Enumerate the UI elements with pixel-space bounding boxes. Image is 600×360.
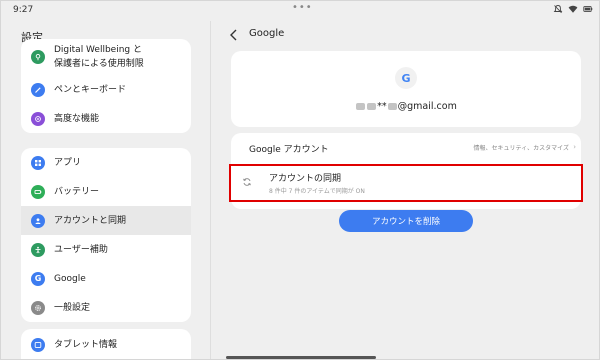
google-account-label: Google アカウント [249,145,329,155]
google-account-desc: 情報、セキュリティ、カスタマイズ [473,145,569,152]
sidebar-item-label: タブレット情報 [54,340,118,350]
sidebar-item-label: バッテリー [54,186,100,197]
pen-icon [31,82,45,97]
sidebar-item-label-line1: Digital Wellbeing と [54,45,142,55]
navigation-handle[interactable] [226,356,376,359]
sidebar-group-2: アプリ バッテリー アカウントと同期 ユーザー補助 G Google 一般設定 [21,148,191,322]
sidebar-item-label: 高度な機能 [54,113,100,124]
advanced-features-icon [31,111,45,126]
settings-sidebar: 設定 Digital Wellbeing と 保護者による使用制限 ペンとキーボ… [1,21,211,359]
accessibility-icon [31,242,45,257]
sidebar-item-label: 一般設定 [54,302,91,313]
sidebar-group-3: タブレット情報 [21,329,191,359]
account-card: G ** @gmail.com [231,51,581,127]
tablet-info-icon [31,338,45,352]
wellbeing-icon [31,50,45,64]
gear-icon [31,300,45,315]
back-arrow-icon[interactable] [227,27,241,43]
account-icon [31,213,45,228]
sidebar-item-label: アプリ [54,157,82,168]
remove-account-button[interactable]: アカウントを削除 [339,210,473,232]
redacted-block [356,103,366,110]
wifi-icon [568,5,578,13]
battery-icon [31,184,45,199]
account-settings-card: Google アカウント 情報、セキュリティ、カスタマイズ › アカウントの同期… [231,133,581,209]
sidebar-item-digital-wellbeing[interactable]: Digital Wellbeing と 保護者による使用制限 [21,39,191,75]
status-bar: 9:27 ••• [1,1,599,21]
google-account-row[interactable]: Google アカウント 情報、セキュリティ、カスタマイズ › [231,133,581,160]
settings-window: 9:27 ••• 設定 Digital Wellbeing と 保護者による使用… [0,0,600,360]
sidebar-item-label: ペンとキーボード [54,84,127,95]
sidebar-item-advanced-features[interactable]: 高度な機能 [21,104,191,133]
multi-window-handle[interactable]: ••• [292,2,313,13]
account-sync-row[interactable]: アカウントの同期 8 件中 7 件のアイテムで同期が ON [231,160,581,209]
apps-icon [31,155,45,170]
sidebar-item-label: Digital Wellbeing と 保護者による使用制限 [54,43,144,71]
sidebar-item-label: Google [54,273,86,284]
google-icon: G [31,271,45,286]
sidebar-item-accessibility[interactable]: ユーザー補助 [21,235,191,264]
sidebar-group-1: Digital Wellbeing と 保護者による使用制限 ペンとキーボード … [21,39,191,133]
chevron-right-icon: › [573,143,576,151]
sidebar-item-label: アカウントと同期 [54,215,127,226]
google-detail-panel: Google G ** @gmail.com Google アカウント 情報、セキ… [211,21,599,359]
sidebar-item-pen-keyboard[interactable]: ペンとキーボード [21,75,191,104]
status-time: 9:27 [13,5,34,15]
email-masked-part: ** [377,101,387,112]
account-sync-label: アカウントの同期 [269,174,342,184]
account-email: ** @gmail.com [231,101,581,112]
sidebar-item-google[interactable]: G Google [21,264,191,293]
account-sync-desc: 8 件中 7 件のアイテムで同期が ON [269,188,365,195]
sidebar-item-label: ユーザー補助 [54,244,108,255]
silent-mode-icon [553,5,563,14]
sidebar-item-accounts-sync[interactable]: アカウントと同期 [21,206,191,235]
sidebar-item-battery[interactable]: バッテリー [21,177,191,206]
battery-status-icon [583,6,593,12]
sidebar-item-general-settings[interactable]: 一般設定 [21,293,191,322]
sidebar-item-tablet-info[interactable]: タブレット情報 [21,329,191,359]
redacted-block [387,103,397,110]
sidebar-item-apps[interactable]: アプリ [21,148,191,177]
email-domain: @gmail.com [397,101,457,112]
redacted-block [367,103,377,110]
sync-icon [243,178,251,186]
google-logo-letter: G [401,71,411,85]
sidebar-item-label-line2: 保護者による使用制限 [54,59,144,69]
google-logo-icon: G [395,67,417,89]
detail-title: Google [249,28,285,39]
